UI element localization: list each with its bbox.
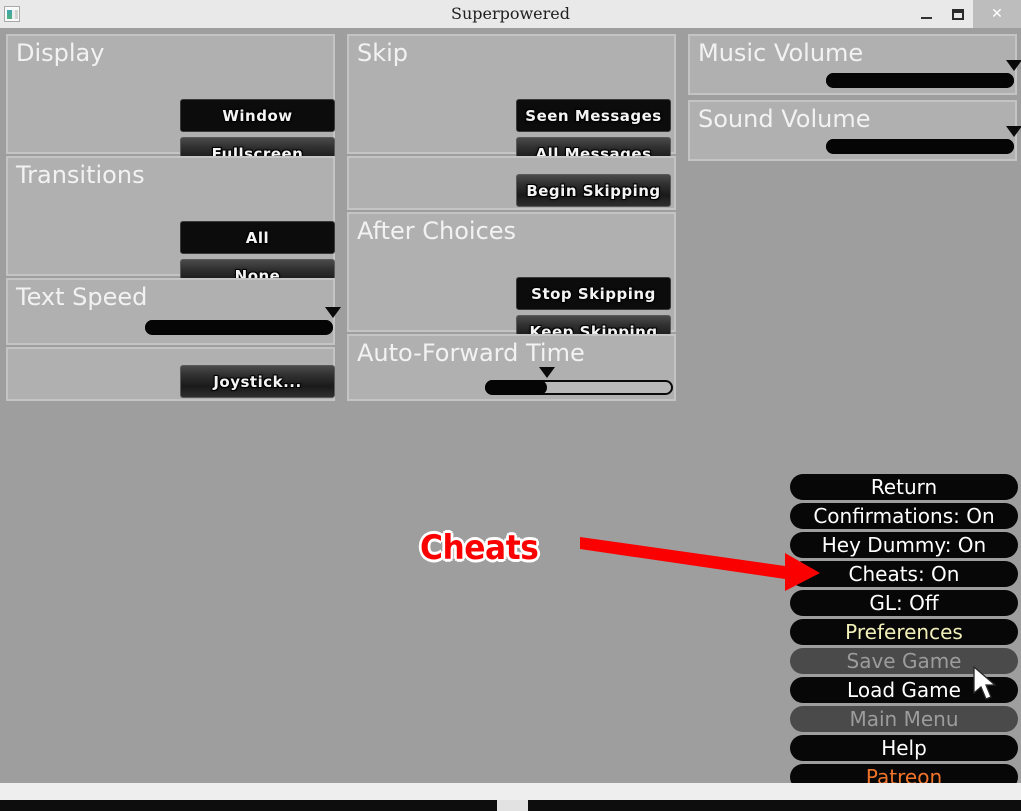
slider-auto-forward-time[interactable]: [485, 367, 673, 395]
application-window: Superpowered ✕ Display Window Fullscreen…: [0, 0, 1021, 811]
panel-title-sound-volume: Sound Volume: [698, 105, 871, 133]
panel-skip: Skip Seen Messages All Messages: [347, 34, 676, 170]
panel-begin-skipping: Begin Skipping: [347, 156, 676, 210]
nav-item-load-game[interactable]: Load Game: [790, 677, 1018, 703]
window-title: Superpowered: [450, 4, 571, 23]
button-seen-messages[interactable]: Seen Messages: [516, 99, 671, 132]
slider-thumb[interactable]: [539, 367, 556, 378]
close-button[interactable]: ✕: [973, 0, 1021, 28]
nav-item-save-game: Save Game: [790, 648, 1018, 674]
slider-fill: [826, 73, 1014, 88]
title-bar: Superpowered ✕: [0, 0, 1021, 28]
panel-title-text-speed: Text Speed: [16, 283, 148, 311]
slider-thumb[interactable]: [325, 307, 341, 318]
slider-fill: [145, 320, 333, 335]
panel-title-display: Display: [16, 39, 105, 67]
panel-auto-forward-time: Auto-Forward Time: [347, 334, 676, 401]
nav-item-preferences[interactable]: Preferences: [790, 619, 1018, 645]
nav-item-main-menu: Main Menu: [790, 706, 1018, 732]
nav-item-confirmations[interactable]: Confirmations: On: [790, 503, 1018, 529]
button-joystick[interactable]: Joystick...: [180, 365, 335, 398]
slider-music-volume[interactable]: [826, 60, 1021, 88]
panel-transitions: Transitions All None: [6, 156, 335, 292]
panel-title-auto-forward-time: Auto-Forward Time: [357, 339, 585, 367]
annotation-label-cheats: Cheats: [420, 528, 539, 568]
panel-title-transitions: Transitions: [16, 161, 145, 189]
annotation-arrow-icon: [580, 537, 820, 591]
nav-item-return[interactable]: Return: [790, 474, 1018, 500]
panel-joystick: Joystick...: [6, 347, 335, 401]
nav-item-gl[interactable]: GL: Off: [790, 590, 1018, 616]
slider-fill: [826, 139, 1014, 154]
window-controls: ✕: [911, 0, 1021, 28]
taskbar: [0, 783, 1021, 811]
navigation-menu: Return Confirmations: On Hey Dummy: On C…: [790, 474, 1018, 811]
game-canvas: Display Window Fullscreen Transitions Al…: [0, 28, 1021, 811]
button-stop-skipping[interactable]: Stop Skipping: [516, 277, 671, 310]
nav-item-cheats[interactable]: Cheats: On: [790, 561, 1018, 587]
maximize-button[interactable]: [942, 0, 973, 28]
panel-display: Display Window Fullscreen: [6, 34, 335, 170]
panel-title-music-volume: Music Volume: [698, 39, 864, 67]
minimize-icon: [921, 16, 932, 19]
button-transitions-all[interactable]: All: [180, 221, 335, 254]
slider-thumb[interactable]: [1006, 126, 1021, 137]
panel-text-speed: Text Speed: [6, 278, 341, 345]
slider-fill: [485, 380, 548, 395]
panel-after-choices: After Choices Stop Skipping Keep Skippin…: [347, 212, 676, 348]
maximize-icon: [951, 8, 964, 20]
slider-sound-volume[interactable]: [826, 126, 1021, 154]
panel-music-volume: Music Volume: [688, 34, 1021, 95]
button-window[interactable]: Window: [180, 99, 335, 132]
nav-item-hey-dummy[interactable]: Hey Dummy: On: [790, 532, 1018, 558]
panel-title-after-choices: After Choices: [357, 217, 517, 245]
minimize-button[interactable]: [911, 0, 942, 28]
slider-thumb[interactable]: [1006, 60, 1021, 71]
nav-item-help[interactable]: Help: [790, 735, 1018, 761]
panel-title-skip: Skip: [357, 39, 409, 67]
panel-sound-volume: Sound Volume: [688, 100, 1021, 161]
slider-text-speed[interactable]: [145, 307, 341, 335]
close-icon: ✕: [991, 6, 1003, 22]
button-begin-skipping[interactable]: Begin Skipping: [516, 174, 671, 207]
taskbar-tab[interactable]: [497, 800, 528, 811]
